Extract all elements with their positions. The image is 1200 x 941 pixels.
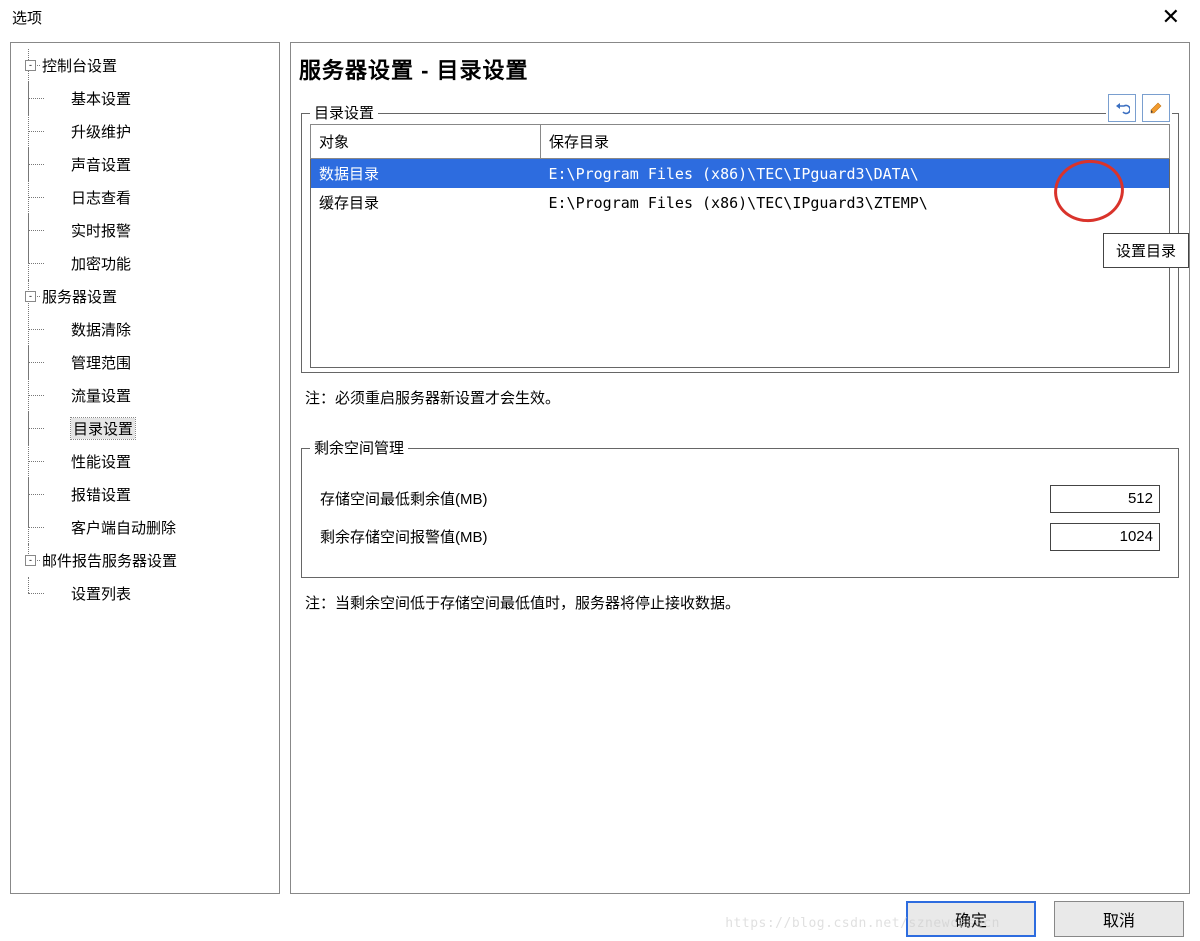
tree-leaf-label[interactable]: 目录设置	[71, 418, 135, 439]
content-panel: 服务器设置 - 目录设置 设置目录 目录设置	[290, 42, 1190, 894]
tree-expander-icon[interactable]: -	[25, 555, 36, 566]
watermark: https://blog.csdn.net/sznewcasecn	[725, 916, 1000, 931]
tree-leaf-label[interactable]: 数据清除	[71, 319, 131, 340]
tree-leaf-label[interactable]: 管理范围	[71, 352, 131, 373]
pencil-icon	[1148, 100, 1164, 116]
tree-leaf-label[interactable]: 流量设置	[71, 385, 131, 406]
tree-leaf[interactable]: 基本设置	[47, 82, 277, 115]
input-min-space[interactable]	[1050, 485, 1160, 513]
tree-leaf[interactable]: 流量设置	[47, 379, 277, 412]
table-row[interactable]: 缓存目录E:\Program Files (x86)\TEC\IPguard3\…	[311, 188, 1170, 217]
tree-node[interactable]: -服务器设置	[19, 280, 277, 313]
tree-leaf[interactable]: 升级维护	[47, 115, 277, 148]
col-object[interactable]: 对象	[311, 125, 541, 159]
tree-node-label[interactable]: 邮件报告服务器设置	[42, 550, 177, 571]
window-title: 选项	[12, 7, 42, 28]
tree-leaf-label[interactable]: 性能设置	[71, 451, 131, 472]
cell-object: 缓存目录	[311, 188, 541, 217]
note-restart: 注：必须重启服务器新设置才会生效。	[305, 387, 1177, 408]
tree-leaf[interactable]: 性能设置	[47, 445, 277, 478]
tree-leaf[interactable]: 目录设置	[47, 412, 277, 445]
note-stop-receive: 注：当剩余空间低于存储空间最低值时，服务器将停止接收数据。	[305, 592, 1177, 613]
group-label-dir: 目录设置	[310, 102, 378, 123]
tree-leaf-label[interactable]: 日志查看	[71, 187, 131, 208]
col-path[interactable]: 保存目录	[541, 125, 1170, 159]
tree-leaf-label[interactable]: 设置列表	[71, 583, 131, 604]
undo-icon	[1114, 100, 1130, 116]
group-label-space: 剩余空间管理	[310, 437, 408, 458]
title-bar: 选项 ✕	[0, 0, 1200, 34]
tree-leaf[interactable]: 数据清除	[47, 313, 277, 346]
cell-path: E:\Program Files (x86)\TEC\IPguard3\ZTEM…	[541, 188, 1170, 217]
label-alarm-space: 剩余存储空间报警值(MB)	[320, 526, 488, 547]
tree-leaf[interactable]: 日志查看	[47, 181, 277, 214]
tree-leaf[interactable]: 加密功能	[47, 247, 277, 280]
tree-leaf[interactable]: 设置列表	[47, 577, 277, 610]
group-space-mgmt: 剩余空间管理 存储空间最低剩余值(MB) 剩余存储空间报警值(MB)	[301, 448, 1179, 578]
edit-directory-button[interactable]	[1142, 94, 1170, 122]
tree-leaf-label[interactable]: 实时报警	[71, 220, 131, 241]
tree-expander-icon[interactable]: -	[25, 60, 36, 71]
input-alarm-space[interactable]	[1050, 523, 1160, 551]
tree-leaf-label[interactable]: 客户端自动删除	[71, 517, 176, 538]
page-title: 服务器设置 - 目录设置	[297, 47, 1183, 95]
tree-expander-icon[interactable]: -	[25, 291, 36, 302]
tree-node-label[interactable]: 控制台设置	[42, 55, 117, 76]
tree-leaf[interactable]: 客户端自动删除	[47, 511, 277, 544]
table-row[interactable]: 数据目录E:\Program Files (x86)\TEC\IPguard3\…	[311, 159, 1170, 189]
tree-node[interactable]: -邮件报告服务器设置	[19, 544, 277, 577]
tree-leaf[interactable]: 管理范围	[47, 346, 277, 379]
cell-path: E:\Program Files (x86)\TEC\IPguard3\DATA…	[541, 159, 1170, 189]
dialog-body: -控制台设置基本设置升级维护声音设置日志查看实时报警加密功能-服务器设置数据清除…	[0, 34, 1200, 894]
cancel-button[interactable]: 取消	[1054, 901, 1184, 937]
tree-leaf-label[interactable]: 报错设置	[71, 484, 131, 505]
tree-leaf-label[interactable]: 加密功能	[71, 253, 131, 274]
tree-leaf-label[interactable]: 基本设置	[71, 88, 131, 109]
label-min-space: 存储空间最低剩余值(MB)	[320, 488, 488, 509]
tree-leaf-label[interactable]: 升级维护	[71, 121, 131, 142]
tooltip-set-dir: 设置目录	[1103, 233, 1189, 268]
tree-node-label[interactable]: 服务器设置	[42, 286, 117, 307]
cell-object: 数据目录	[311, 159, 541, 189]
tree-leaf-label[interactable]: 声音设置	[71, 154, 131, 175]
tree-leaf[interactable]: 实时报警	[47, 214, 277, 247]
reset-button[interactable]	[1108, 94, 1136, 122]
tree-leaf[interactable]: 声音设置	[47, 148, 277, 181]
tree-leaf[interactable]: 报错设置	[47, 478, 277, 511]
close-icon[interactable]: ✕	[1154, 4, 1188, 30]
tree-node[interactable]: -控制台设置	[19, 49, 277, 82]
directory-table[interactable]: 对象 保存目录 数据目录E:\Program Files (x86)\TEC\I…	[310, 124, 1170, 368]
nav-tree: -控制台设置基本设置升级维护声音设置日志查看实时报警加密功能-服务器设置数据清除…	[10, 42, 280, 894]
group-directory-settings: 目录设置	[301, 113, 1179, 373]
